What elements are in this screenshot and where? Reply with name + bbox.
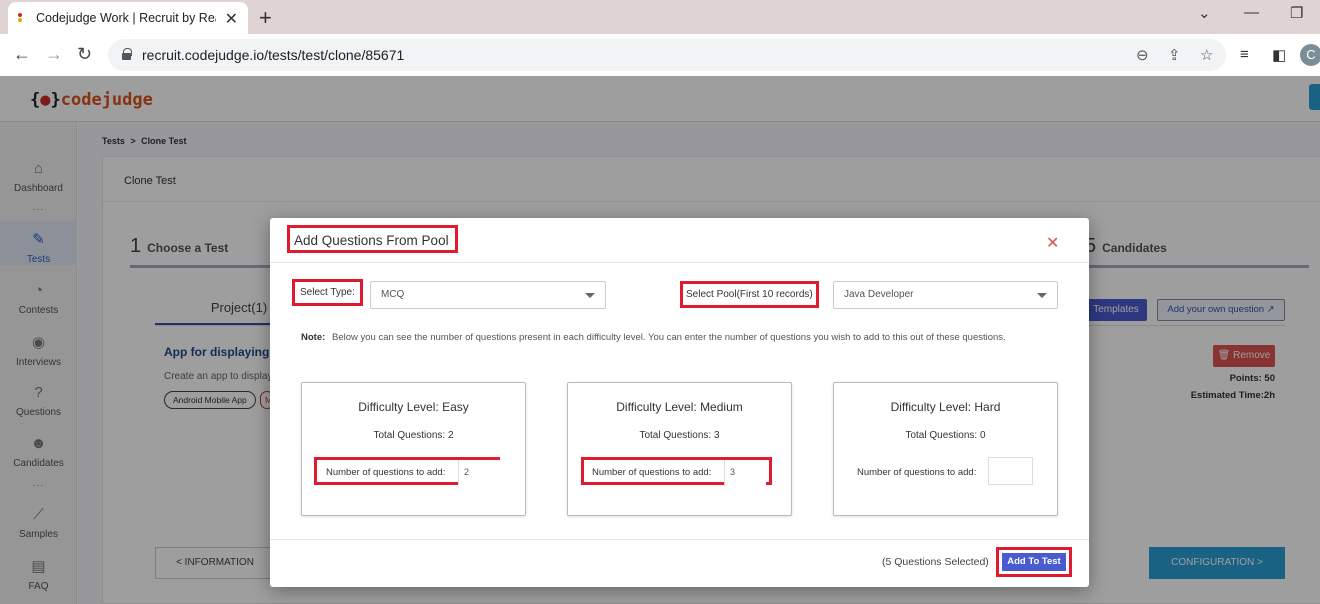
address-bar[interactable]: recruit.codejudge.io/tests/test/clone/85… (108, 39, 1226, 71)
share-icon[interactable]: ⇪ (1168, 46, 1181, 64)
side-panel-icon[interactable]: ◧ (1272, 46, 1286, 64)
browser-tab[interactable]: Codejudge Work | Recruit by Rea ✕ (8, 2, 248, 34)
tab-search-chevron-icon[interactable]: ⌄ (1198, 4, 1211, 22)
select-pool-label: Select Pool(First 10 records) (680, 281, 819, 308)
tab-close-icon[interactable]: ✕ (225, 9, 238, 29)
select-pool-dropdown[interactable]: Java Developer (833, 281, 1058, 309)
back-icon[interactable]: ← (13, 44, 31, 65)
profile-avatar[interactable]: C (1300, 44, 1320, 66)
chevron-down-icon (1037, 293, 1047, 298)
tab-title: Codejudge Work | Recruit by Rea (36, 11, 216, 25)
questions-to-add-input[interactable] (988, 457, 1033, 485)
difficulty-card-hard: Difficulty Level: Hard Total Questions: … (833, 382, 1058, 516)
questions-to-add-input[interactable]: 2 (458, 460, 500, 486)
note-text: Note: Below you can see the number of qu… (301, 332, 1006, 343)
total-questions: Total Questions: 3 (639, 430, 720, 441)
add-to-test-button[interactable]: Add To Test (996, 547, 1072, 577)
difficulty-card-easy: Difficulty Level: Easy Total Questions: … (301, 382, 526, 516)
reading-list-icon[interactable]: ≡ (1240, 46, 1249, 63)
difficulty-card-medium: Difficulty Level: Medium Total Questions… (567, 382, 792, 516)
questions-to-add-row: Number of questions to add: (857, 457, 1037, 485)
add-to-test-label[interactable]: Add To Test (1002, 553, 1066, 571)
zoom-icon[interactable]: ⊖ (1136, 46, 1149, 64)
codejudge-favicon-icon (16, 13, 24, 23)
total-questions: Total Questions: 0 (905, 430, 986, 441)
questions-to-add-row: Number of questions to add: 3 (581, 457, 772, 486)
add-questions-modal: Add Questions From Pool ✕ Select Type: M… (270, 218, 1089, 587)
lock-icon (122, 48, 132, 60)
select-type-label: Select Type: (292, 279, 363, 306)
select-type-dropdown[interactable]: MCQ (370, 281, 606, 309)
new-tab-icon[interactable]: + (259, 5, 272, 31)
difficulty-title: Difficulty Level: Medium (616, 400, 743, 414)
questions-to-add-row: Number of questions to add: 2 (314, 457, 500, 486)
bookmark-star-icon[interactable]: ☆ (1200, 46, 1213, 64)
modal-title: Add Questions From Pool (287, 225, 458, 253)
browser-toolbar: ← → ↻ recruit.codejudge.io/tests/test/cl… (0, 34, 1320, 76)
close-icon[interactable]: ✕ (1046, 233, 1059, 253)
restore-icon[interactable]: ❐ (1290, 4, 1303, 22)
url-text: recruit.codejudge.io/tests/test/clone/85… (142, 47, 405, 63)
browser-tabstrip: Codejudge Work | Recruit by Rea ✕ + ⌄ — … (0, 0, 1320, 34)
chevron-down-icon (585, 293, 595, 298)
forward-icon[interactable]: → (45, 44, 63, 65)
questions-to-add-input[interactable]: 3 (724, 460, 766, 486)
total-questions: Total Questions: 2 (373, 430, 454, 441)
questions-selected-count: (5 Questions Selected) (882, 556, 989, 568)
difficulty-title: Difficulty Level: Easy (358, 400, 469, 414)
minimize-icon[interactable]: — (1244, 4, 1259, 21)
reload-icon[interactable]: ↻ (77, 44, 92, 65)
difficulty-title: Difficulty Level: Hard (890, 400, 1001, 414)
